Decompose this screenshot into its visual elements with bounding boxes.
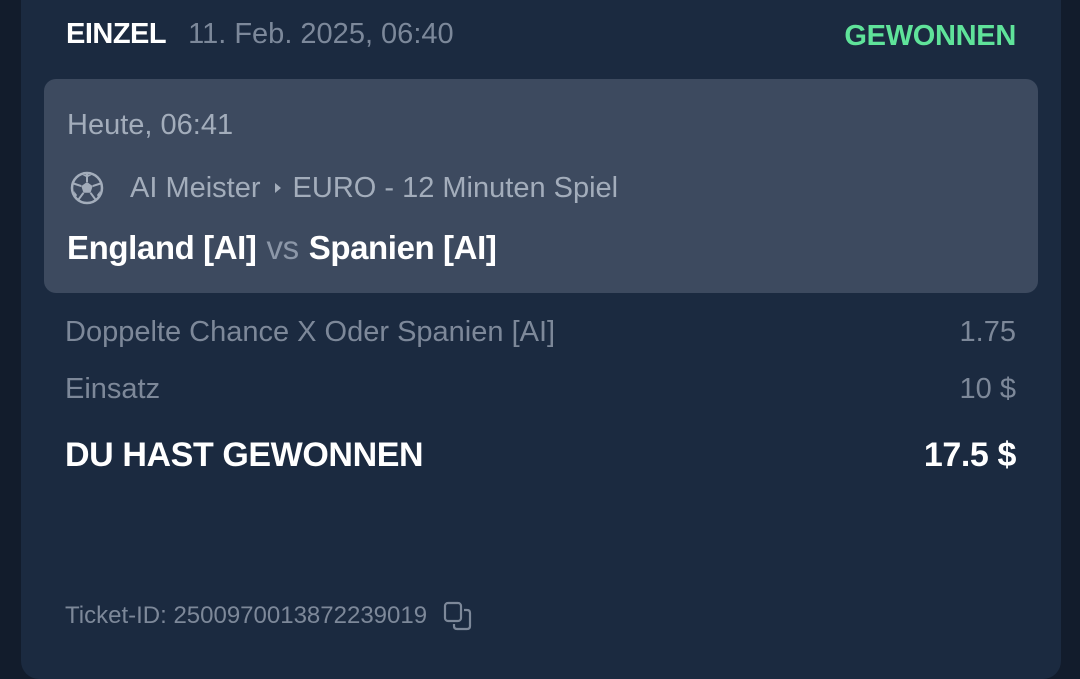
win-value: 17.5 $ bbox=[923, 436, 1017, 474]
event-time: Heute, 06:41 bbox=[67, 109, 234, 141]
chevron-right-icon bbox=[274, 183, 281, 193]
stake-value: 10 $ bbox=[959, 373, 1016, 405]
ticket-id: Ticket-ID: 2500970013872239019 bbox=[65, 602, 428, 629]
away-team: Spanien [AI] bbox=[308, 229, 497, 266]
stake-row: Einsatz 10 $ bbox=[65, 373, 1016, 406]
bet-date: 11. Feb. 2025, 06:40 bbox=[188, 17, 454, 50]
match-title: England [AI] vs Spanien [AI] bbox=[67, 229, 497, 267]
status-badge: GEWONNEN bbox=[844, 20, 1016, 52]
league-name: AI Meister bbox=[130, 171, 261, 204]
odds-value: 1.75 bbox=[959, 316, 1016, 348]
ticket-id-row: Ticket-ID: 2500970013872239019 bbox=[65, 601, 473, 631]
selection-label: Doppelte Chance X Oder Spanien [AI] bbox=[65, 316, 556, 348]
bet-type: EINZEL bbox=[66, 17, 167, 50]
stake-label: Einsatz bbox=[65, 373, 161, 405]
win-label: DU HAST GEWONNEN bbox=[65, 436, 424, 474]
bet-header: EINZEL 11. Feb. 2025, 06:40 bbox=[66, 14, 454, 54]
league-row: AI Meister EURO - 12 Minuten Spiel bbox=[70, 168, 618, 208]
home-team: England [AI] bbox=[67, 229, 257, 266]
soccer-ball-icon bbox=[70, 171, 104, 205]
win-row: DU HAST GEWONNEN 17.5 $ bbox=[65, 436, 1016, 475]
competition-name: EURO - 12 Minuten Spiel bbox=[292, 171, 619, 204]
selection-row: Doppelte Chance X Oder Spanien [AI] 1.75 bbox=[65, 316, 1016, 349]
copy-icon[interactable] bbox=[443, 601, 473, 631]
event-box[interactable]: Heute, 06:41 AI Meister EURO - 12 Minute… bbox=[44, 79, 1038, 293]
vs-separator: vs bbox=[266, 229, 300, 266]
